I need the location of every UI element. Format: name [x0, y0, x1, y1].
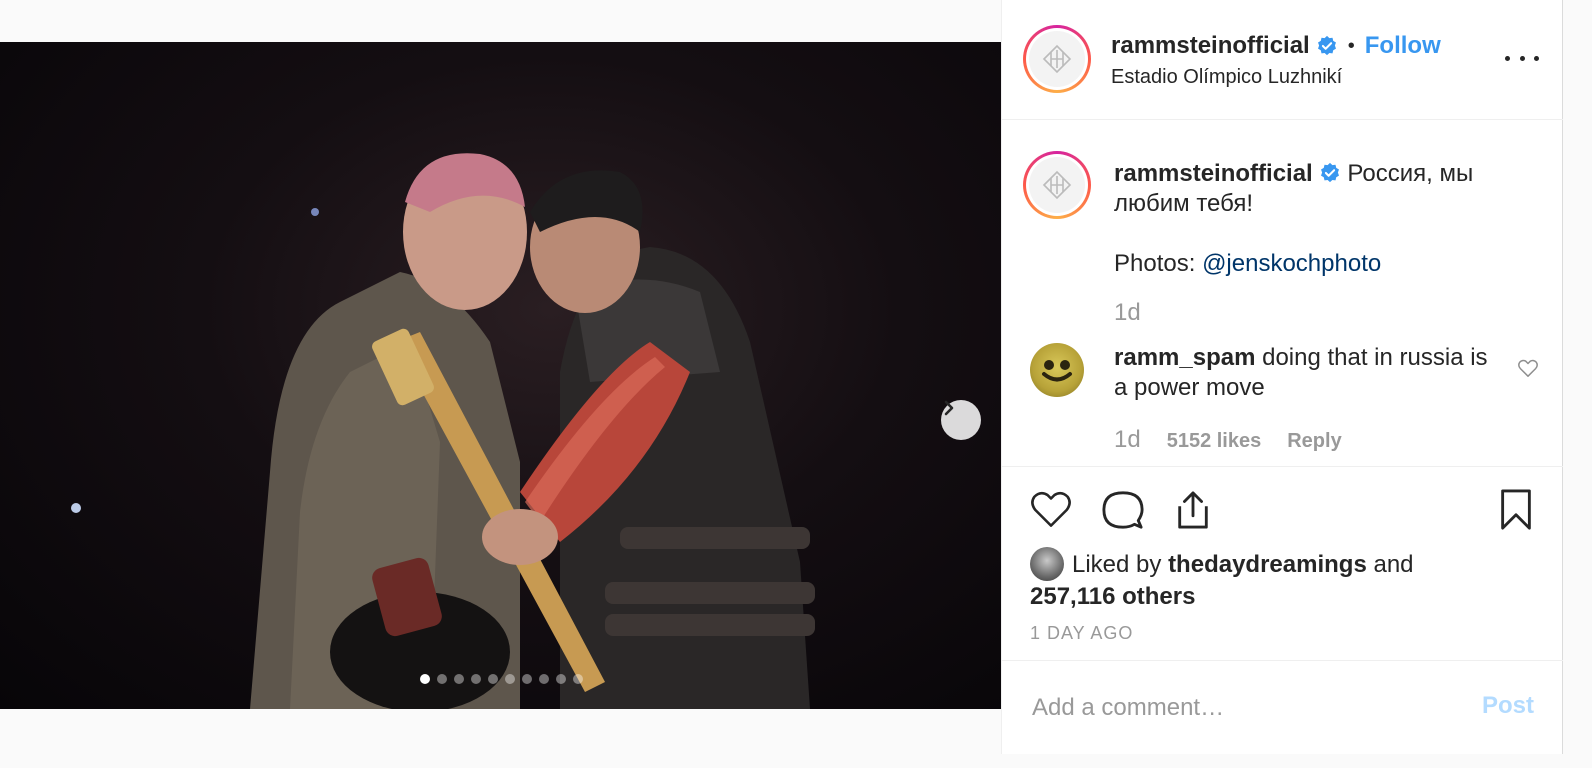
commenter-avatar[interactable] [1030, 343, 1084, 397]
carousel-dot [420, 674, 430, 684]
caption: rammsteinofficial Россия, мы любим тебя!… [1114, 159, 1514, 279]
verified-badge-icon [1317, 35, 1336, 56]
add-comment-input[interactable] [1032, 692, 1462, 724]
comment-age[interactable]: 1d [1114, 426, 1141, 454]
commenter-username[interactable]: ramm_spam [1114, 344, 1255, 371]
comment-like-heart-icon[interactable] [1517, 358, 1539, 378]
add-comment-bar: Post [1002, 662, 1564, 754]
photos-credit-label: Photos: [1114, 250, 1203, 277]
carousel-dot [488, 674, 498, 684]
comment: ramm_spam doing that in russia is a powe… [1114, 343, 1494, 403]
carousel-dot [573, 674, 583, 684]
post-header: rammsteinofficial • Follow Estadio Olímp… [1002, 0, 1564, 120]
post-side-panel: rammsteinofficial • Follow Estadio Olímp… [1001, 0, 1564, 768]
bottom-strip [0, 754, 1592, 768]
carousel-dot [539, 674, 549, 684]
post-actions: Liked by thedaydreamings and 257,116 oth… [1002, 466, 1564, 661]
carousel-dot [454, 674, 464, 684]
rammstein-logo-icon [1042, 170, 1072, 200]
likes-count-button[interactable]: 257,116 others [1030, 583, 1195, 610]
comment-likes[interactable]: 5152 likes [1167, 430, 1262, 453]
share-icon[interactable] [1174, 489, 1212, 531]
caption-author-avatar[interactable] [1023, 151, 1091, 219]
reply-button[interactable]: Reply [1287, 430, 1341, 453]
post-location[interactable]: Estadio Olímpico Luzhnikí [1111, 66, 1441, 89]
follow-button[interactable]: Follow [1365, 32, 1441, 60]
liked-by-summary: Liked by thedaydreamings and 257,116 oth… [1030, 547, 1490, 613]
chevron-right-icon [944, 400, 954, 416]
post-timestamp[interactable]: 1 DAY AGO [1030, 623, 1133, 644]
heart-icon[interactable] [1030, 489, 1072, 529]
caption-age[interactable]: 1d [1114, 299, 1141, 327]
post-photo[interactable] [0, 42, 1001, 709]
right-gutter [1563, 0, 1592, 768]
liked-by-and: and [1373, 551, 1414, 578]
more-options-icon[interactable] [1505, 48, 1539, 68]
carousel-dot [556, 674, 566, 684]
carousel-dot [437, 674, 447, 684]
comments-section: rammsteinofficial Россия, мы любим тебя!… [1002, 121, 1564, 465]
liked-by-prefix: Liked by [1072, 551, 1162, 578]
photographer-mention-link[interactable]: @jenskochphoto [1202, 250, 1381, 277]
comment-icon[interactable] [1102, 489, 1144, 531]
carousel-dot [471, 674, 481, 684]
carousel-dot [522, 674, 532, 684]
carousel-next-button[interactable] [941, 400, 981, 440]
separator-bullet: • [1347, 34, 1355, 57]
post-media-area [0, 0, 1001, 768]
rammstein-logo-icon [1042, 44, 1072, 74]
caption-username[interactable]: rammsteinofficial [1114, 160, 1313, 187]
concert-photo-illustration [71, 153, 815, 709]
carousel-indicator [420, 674, 583, 684]
verified-badge-icon [1320, 162, 1339, 183]
smiley-avatar-image [1042, 360, 1072, 382]
author-username[interactable]: rammsteinofficial [1111, 32, 1310, 60]
bookmark-icon[interactable] [1499, 489, 1533, 531]
author-avatar[interactable] [1023, 25, 1091, 93]
carousel-dot [505, 674, 515, 684]
liker-username[interactable]: thedaydreamings [1168, 551, 1367, 578]
post-comment-button[interactable]: Post [1482, 692, 1534, 720]
liker-avatar[interactable] [1030, 547, 1064, 581]
comment-meta: 1d 5152 likes Reply [1114, 426, 1342, 454]
